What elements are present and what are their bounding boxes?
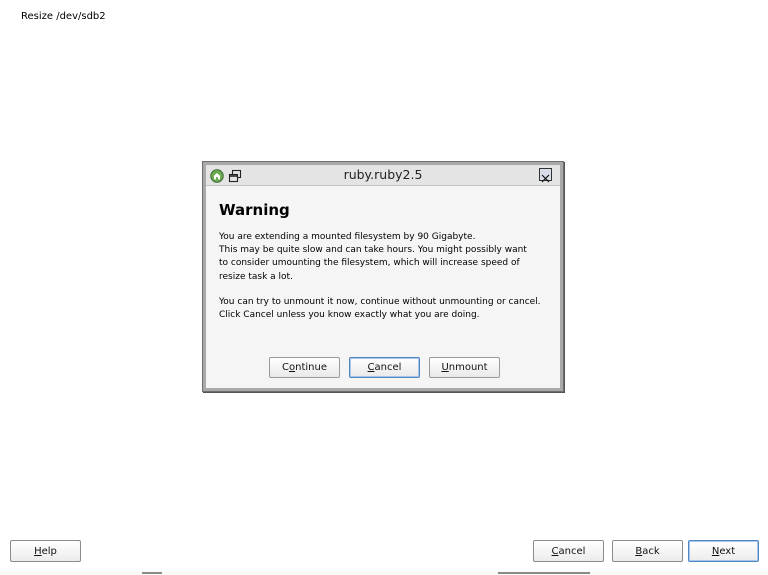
cancel-button[interactable]: Cancel [349, 357, 420, 378]
unmount-button[interactable]: Unmount [429, 357, 500, 378]
warning-message-1: You are extending a mounted filesystem b… [219, 232, 527, 282]
status-strip-mark [498, 572, 590, 574]
help-label-rest: elp [41, 545, 57, 557]
next-label-rest: ext [719, 545, 736, 557]
continue-button[interactable]: Co ntinue [269, 357, 340, 378]
status-strip [0, 571, 768, 575]
dialog-titlebar[interactable]: ruby.ruby2.5 [206, 165, 560, 186]
back-label-mnemonic: B [635, 545, 643, 557]
warning-dialog: ruby.ruby2.5 Warning You are extending a… [202, 161, 564, 392]
back-label-rest: ack [642, 545, 660, 557]
help-label-mnemonic: H [34, 545, 42, 557]
cancel-label-rest: ancel [374, 362, 402, 373]
cancel-label-mnemonic: C [367, 362, 375, 373]
continue-label-rest: ntinue [295, 362, 327, 373]
close-icon [541, 174, 550, 183]
unmount-label-rest: nmount [448, 362, 488, 373]
warning-heading: Warning [219, 201, 290, 219]
back-button[interactable]: Back [612, 540, 683, 562]
continue-label-prefix: C [282, 362, 289, 373]
warning-message-2: You can try to unmount it now, continue … [219, 297, 541, 321]
wizard-cancel-button[interactable]: Cancel [533, 540, 604, 562]
page-title: Resize /dev/sdb2 [21, 11, 106, 22]
wizard-cancel-label-rest: ancel [558, 545, 586, 557]
status-strip-mark [142, 572, 162, 574]
close-button[interactable] [539, 168, 552, 183]
dialog-body: Warning You are extending a mounted file… [206, 186, 560, 388]
next-button[interactable]: Next [688, 540, 759, 562]
unmount-label-mnemonic: U [441, 362, 449, 373]
dialog-window-title: ruby.ruby2.5 [343, 167, 423, 182]
next-label-mnemonic: N [711, 545, 720, 557]
wizard-cancel-label-mnemonic: C [551, 545, 559, 557]
help-button[interactable]: Help [10, 540, 81, 562]
